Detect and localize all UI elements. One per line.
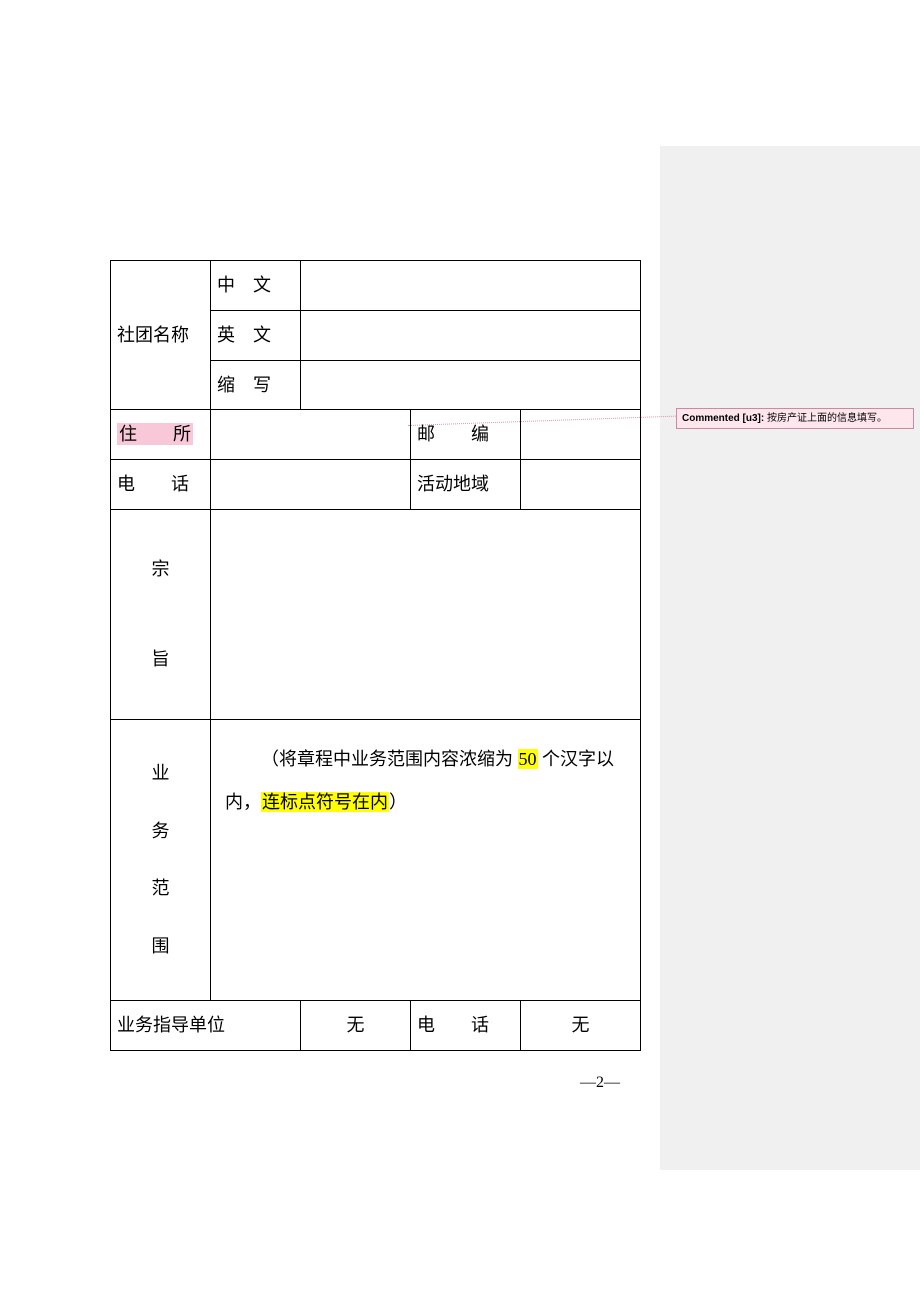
row-address: 住 所 邮 编: [111, 410, 641, 460]
guide-phone-label: 电 话: [411, 1000, 521, 1050]
review-margin: [660, 146, 920, 1170]
phone-value: [211, 460, 411, 510]
row-guide-unit: 业务指导单位 无 电 话 无: [111, 1000, 641, 1050]
name-cn-value: [301, 261, 641, 311]
purpose-label: 宗 旨: [111, 509, 211, 719]
form-table: 社团名称 中 文 英 文 缩 写 住 所 邮 编 电 话 活动地域: [110, 260, 641, 1051]
address-label: 住 所: [111, 410, 211, 460]
scope-hl-50: 50: [518, 749, 538, 769]
scope-label: 业 务 范 围: [111, 719, 211, 1000]
scope-value: （将章程中业务范围内容浓缩为 50 个汉字以内，连标点符号在内）: [211, 719, 641, 1000]
guide-unit-value: 无: [301, 1000, 411, 1050]
guide-unit-label: 业务指导单位: [111, 1000, 301, 1050]
name-en-value: [301, 310, 641, 360]
address-value: [211, 410, 411, 460]
scope-hl-punct: 连标点符号在内: [261, 792, 389, 812]
row-scope: 业 务 范 围 （将章程中业务范围内容浓缩为 50 个汉字以内，连标点符号在内）: [111, 719, 641, 1000]
name-cn-label: 中 文: [211, 261, 301, 311]
document-page: 社团名称 中 文 英 文 缩 写 住 所 邮 编 电 话 活动地域: [0, 0, 660, 1302]
area-value: [521, 460, 641, 510]
row-name-cn: 社团名称 中 文: [111, 261, 641, 311]
review-comment-u3[interactable]: Commented [u3]: 按房产证上面的信息填写。: [676, 408, 914, 429]
purpose-value: [211, 509, 641, 719]
comment-text: 按房产证上面的信息填写。: [767, 413, 887, 424]
name-en-label: 英 文: [211, 310, 301, 360]
org-name-label: 社团名称: [111, 261, 211, 410]
scope-prefix: （将章程中业务范围内容浓缩为: [261, 749, 518, 769]
guide-phone-value: 无: [521, 1000, 641, 1050]
page-number: —2—: [580, 1074, 620, 1092]
scope-suffix: ）: [389, 792, 407, 812]
row-purpose: 宗 旨: [111, 509, 641, 719]
name-abbr-value: [301, 360, 641, 410]
name-abbr-label: 缩 写: [211, 360, 301, 410]
postcode-label: 邮 编: [411, 410, 521, 460]
row-phone: 电 话 活动地域: [111, 460, 641, 510]
phone-label: 电 话: [111, 460, 211, 510]
comment-author: Commented [u3]:: [682, 413, 767, 424]
area-label: 活动地域: [411, 460, 521, 510]
